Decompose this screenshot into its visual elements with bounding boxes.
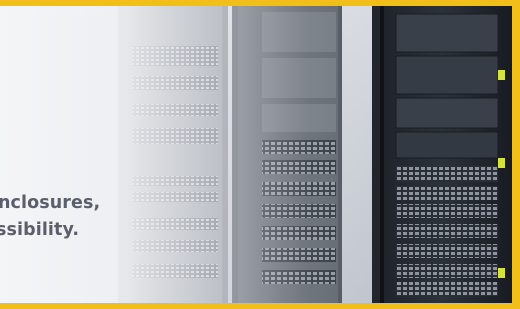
caption-line-1: enclosures,: [0, 193, 101, 213]
caption-line-2: essibility.: [0, 220, 80, 240]
server-racks-photo: [0, 6, 512, 303]
hero-banner: enclosures, essibility.: [0, 0, 520, 309]
banner-caption: enclosures, essibility.: [0, 190, 220, 244]
